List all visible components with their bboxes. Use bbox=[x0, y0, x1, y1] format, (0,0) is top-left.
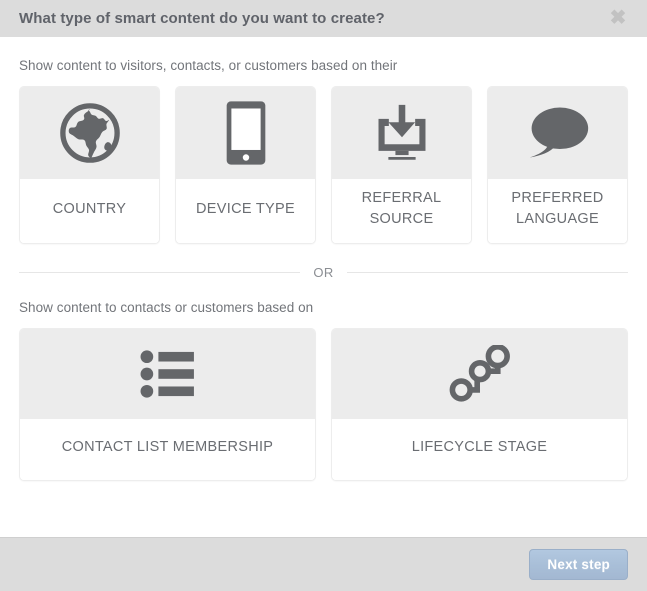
mobile-phone-icon bbox=[225, 100, 267, 166]
bulleted-list-icon bbox=[140, 350, 196, 398]
card-label-area: COUNTRY bbox=[20, 179, 159, 243]
primary-option-row: COUNTRY DEVICE TYPE REFERRAL SOURCE PREF… bbox=[19, 86, 628, 244]
section-two-label: Show content to contacts or customers ba… bbox=[19, 300, 314, 315]
card-label: DEVICE TYPE bbox=[196, 200, 295, 217]
card-icon-area bbox=[332, 329, 627, 419]
option-card-referral-source[interactable]: REFERRAL SOURCE bbox=[331, 86, 472, 244]
card-label: PREFERRED LANGUAGE bbox=[511, 190, 604, 227]
divider-line-right bbox=[346, 272, 628, 273]
card-label-area: PREFERRED LANGUAGE bbox=[488, 179, 627, 243]
card-label: REFERRAL SOURCE bbox=[361, 190, 442, 227]
option-card-contact-list-membership[interactable]: CONTACT LIST MEMBERSHIP bbox=[19, 328, 316, 481]
speech-bubble-icon bbox=[525, 105, 591, 161]
card-icon-area bbox=[332, 87, 471, 179]
smart-content-type-modal: What type of smart content do you want t… bbox=[0, 0, 647, 591]
divider-label: OR bbox=[313, 265, 334, 280]
secondary-option-row: CONTACT LIST MEMBERSHIP LIFECYCLE STAGE bbox=[19, 328, 628, 481]
modal-header: What type of smart content do you want t… bbox=[0, 0, 647, 37]
next-step-button[interactable]: Next step bbox=[529, 549, 628, 580]
option-card-device-type[interactable]: DEVICE TYPE bbox=[175, 86, 316, 244]
option-card-preferred-language[interactable]: PREFERRED LANGUAGE bbox=[487, 86, 628, 244]
card-icon-area bbox=[20, 87, 159, 179]
connected-nodes-icon bbox=[449, 345, 511, 403]
page-title: What type of smart content do you want t… bbox=[19, 10, 385, 27]
option-card-country[interactable]: COUNTRY bbox=[19, 86, 160, 244]
card-label-area: DEVICE TYPE bbox=[176, 179, 315, 243]
globe-icon bbox=[59, 102, 121, 164]
card-label-area: LIFECYCLE STAGE bbox=[332, 419, 627, 480]
section-one-label: Show content to visitors, contacts, or c… bbox=[19, 58, 398, 73]
card-label: LIFECYCLE STAGE bbox=[411, 439, 548, 455]
card-label: CONTACT LIST MEMBERSHIP bbox=[61, 439, 274, 455]
option-card-lifecycle-stage[interactable]: LIFECYCLE STAGE bbox=[331, 328, 628, 481]
close-icon[interactable]: ✖ bbox=[607, 7, 629, 29]
modal-footer: Next step bbox=[0, 537, 647, 591]
card-icon-area bbox=[176, 87, 315, 179]
card-icon-area bbox=[488, 87, 627, 179]
divider-line-left bbox=[19, 272, 301, 273]
modal-body: Show content to visitors, contacts, or c… bbox=[0, 37, 647, 537]
card-label-area: CONTACT LIST MEMBERSHIP bbox=[20, 419, 315, 480]
card-label: COUNTRY bbox=[52, 200, 127, 217]
download-to-monitor-icon bbox=[371, 102, 433, 164]
card-label-area: REFERRAL SOURCE bbox=[332, 179, 471, 243]
or-divider: OR bbox=[19, 266, 628, 279]
card-icon-area bbox=[20, 329, 315, 419]
